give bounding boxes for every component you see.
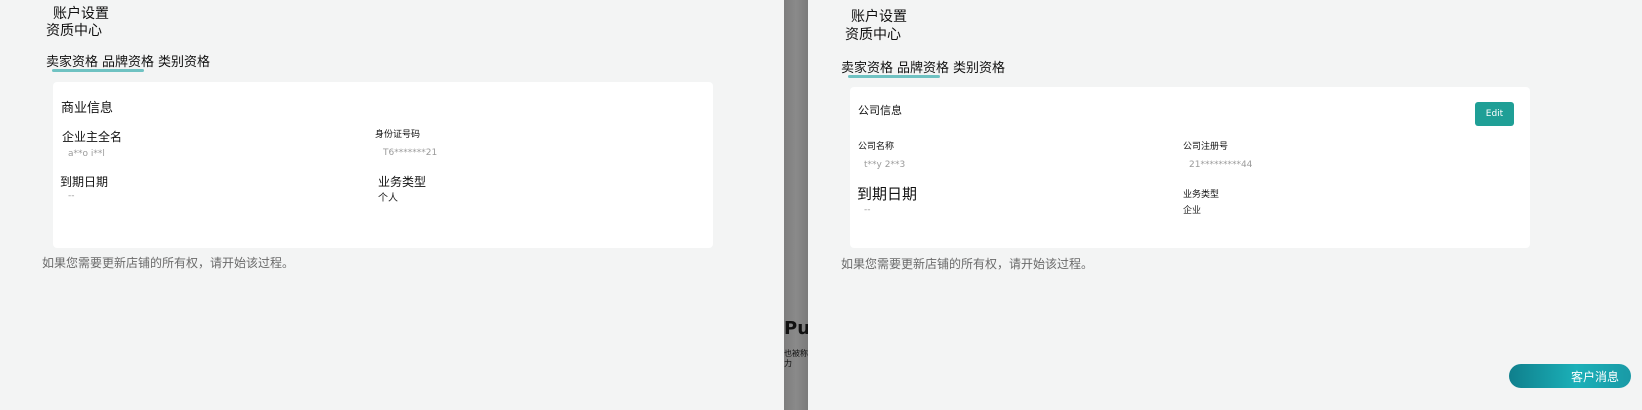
ownership-update-note: 如果您需要更新店铺的所有权，请开始该过程。 — [42, 256, 295, 270]
tab-seller-qualification[interactable]: 卖家资格 — [841, 57, 893, 76]
owner-name-value: a**o i**l — [68, 149, 105, 159]
qualification-tabs: 卖家资格 品牌资格 类别资格 — [46, 51, 210, 70]
expiry-date-label: 到期日期 — [857, 185, 918, 203]
card-title: 商业信息 — [61, 101, 114, 116]
right-panel: 账户设置 资质中心 卖家资格 品牌资格 类别资格 公司信息 公司名称 t**y … — [808, 0, 1642, 410]
id-number-value: T6*******21 — [383, 148, 438, 158]
business-type-value: 企业 — [1183, 206, 1202, 216]
company-name-label: 公司名称 — [858, 142, 895, 152]
active-tab-indicator — [848, 75, 940, 78]
tab-brand-qualification[interactable]: 品牌资格 — [897, 57, 949, 76]
business-type-label: 业务类型 — [1183, 190, 1220, 200]
edit-button[interactable]: Edit — [1475, 102, 1514, 126]
qualification-tabs: 卖家资格 品牌资格 类别资格 — [841, 57, 1005, 76]
company-name-value: t**y 2**3 — [864, 160, 906, 170]
id-number-label: 身份证号码 — [375, 130, 421, 140]
breadcrumb[interactable]: 账户设置 — [851, 6, 907, 26]
tab-brand-qualification[interactable]: 品牌资格 — [102, 51, 154, 70]
registration-number-label: 公司注册号 — [1183, 142, 1229, 152]
expiry-date-label: 到期日期 — [60, 175, 109, 189]
expiry-date-value: -- — [864, 205, 871, 215]
business-info-card — [53, 82, 713, 248]
expiry-date-value: -- — [68, 191, 75, 201]
screenshot-stage: 账户设置 资质中心 卖家资格 品牌资格 类别资格 商业信息 企业主全名 a**o… — [0, 0, 1642, 410]
business-type-value: 个人 — [378, 193, 398, 204]
customer-messages-button[interactable]: 客户消息 — [1509, 364, 1631, 388]
window-gap: Pus 也被称 力 — [784, 0, 808, 410]
tab-seller-qualification[interactable]: 卖家资格 — [46, 51, 98, 70]
ownership-update-note: 如果您需要更新店铺的所有权，请开始该过程。 — [841, 257, 1094, 271]
card-title: 公司信息 — [858, 104, 902, 117]
background-window-text-small: 力 — [784, 359, 792, 368]
page-title: 资质中心 — [46, 23, 102, 39]
background-window-text: Pus — [784, 318, 808, 339]
business-type-label: 业务类型 — [378, 175, 427, 189]
registration-number-value: 21*********44 — [1189, 160, 1253, 170]
tab-category-qualification[interactable]: 类别资格 — [953, 57, 1005, 76]
tab-category-qualification[interactable]: 类别资格 — [158, 51, 210, 70]
active-tab-indicator — [52, 69, 144, 72]
left-panel: 账户设置 资质中心 卖家资格 品牌资格 类别资格 商业信息 企业主全名 a**o… — [0, 0, 784, 410]
owner-name-label: 企业主全名 — [62, 130, 123, 144]
page-title: 资质中心 — [845, 27, 901, 43]
